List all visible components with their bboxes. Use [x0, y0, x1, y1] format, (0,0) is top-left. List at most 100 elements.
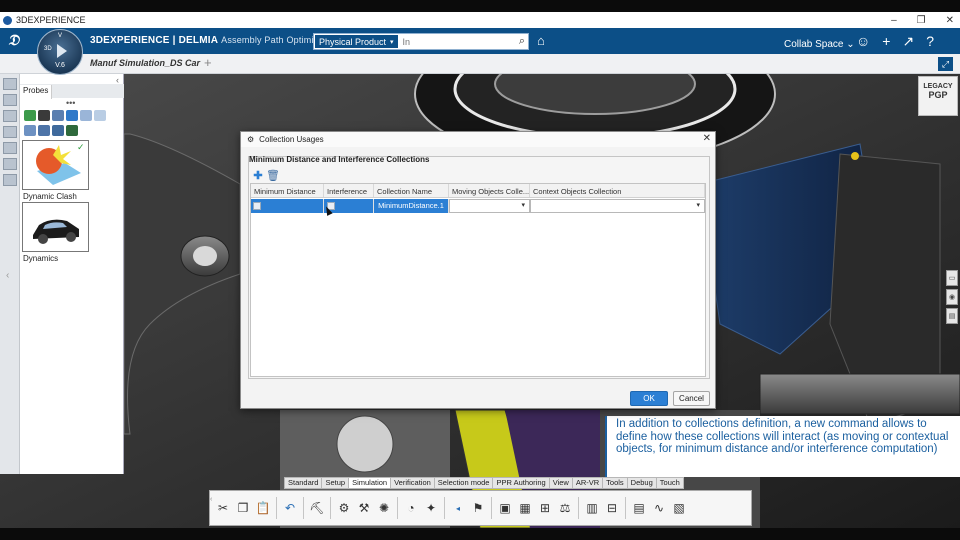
layers-icon[interactable]: ▤: [946, 308, 958, 324]
probe-icon[interactable]: ◔: [402, 499, 420, 517]
paste-icon[interactable]: 📋: [254, 499, 272, 517]
tab-ppr-authoring[interactable]: PPR Authoring: [492, 477, 550, 489]
search-bar[interactable]: Physical Product ▾ ⌕: [313, 33, 529, 50]
letterbox-top: [0, 0, 960, 12]
minimize-icon[interactable]: –: [891, 15, 897, 26]
scenario-icon[interactable]: ⚙: [335, 499, 353, 517]
new-tab-icon[interactable]: +: [204, 55, 212, 70]
tab-tools[interactable]: Tools: [602, 477, 628, 489]
tab-simulation[interactable]: Simulation: [348, 477, 392, 489]
add-row-icon[interactable]: ✚: [252, 169, 264, 182]
tab-verification[interactable]: Verification: [390, 477, 435, 489]
dialog-close-icon[interactable]: ✕: [703, 133, 711, 144]
chevron-left-small-icon[interactable]: ◂: [449, 499, 467, 517]
table-row[interactable]: MinimumDistance.1 ▾ ▾: [251, 199, 705, 213]
probe-tool-icon[interactable]: [24, 125, 36, 136]
measure-icon[interactable]: ⊟: [603, 499, 621, 517]
probe-tool-icon[interactable]: [80, 110, 92, 121]
simulation-tool-icon[interactable]: ⛏: [308, 499, 326, 517]
user-icon[interactable]: ☺: [856, 33, 870, 50]
context-objects-dropdown[interactable]: ▾: [530, 199, 705, 213]
probe-tool-icon[interactable]: [94, 110, 106, 121]
flag-icon[interactable]: ⚑: [469, 499, 487, 517]
minimum-distance-checkbox[interactable]: [253, 202, 261, 210]
toolbar-separator: [491, 497, 492, 519]
col-moving-objects[interactable]: Moving Objects Colle...: [449, 184, 530, 197]
camera-icon[interactable]: ◉: [946, 289, 958, 305]
probe-tool-icon[interactable]: [38, 125, 50, 136]
probe-tool-icon[interactable]: [66, 110, 78, 121]
left-tool-strip: [0, 74, 20, 474]
balance-icon[interactable]: ⚖: [556, 499, 574, 517]
dynamic-clash-card[interactable]: ✓: [22, 140, 89, 190]
close-icon[interactable]: ✕: [946, 15, 954, 26]
strip-tool-icon[interactable]: [3, 78, 17, 90]
robot-icon[interactable]: ⚒: [355, 499, 373, 517]
strip-tool-icon[interactable]: [3, 110, 17, 122]
search-context-dropdown[interactable]: Physical Product ▾: [314, 34, 399, 49]
capture-icon[interactable]: ▤: [630, 499, 648, 517]
moving-objects-dropdown[interactable]: ▾: [449, 199, 530, 213]
probe-tool-icon[interactable]: [24, 110, 36, 121]
probe-tool-icon[interactable]: [38, 110, 50, 121]
process-icon[interactable]: ⊞: [536, 499, 554, 517]
undo-icon[interactable]: ↶: [281, 499, 299, 517]
ds-logo-icon[interactable]: 𝔇: [8, 32, 30, 50]
delete-row-icon[interactable]: 🗑: [266, 169, 280, 182]
report-icon[interactable]: ▧: [670, 499, 688, 517]
col-minimum-distance[interactable]: Minimum Distance: [251, 184, 324, 197]
col-context-objects[interactable]: Context Objects Collection: [530, 184, 705, 197]
tab-manuf-simulation[interactable]: Manuf Simulation_DS Car: [90, 58, 200, 68]
panel-expand-icon[interactable]: ‹: [6, 270, 9, 281]
tab-standard[interactable]: Standard: [284, 477, 323, 489]
strip-tool-icon[interactable]: [3, 174, 17, 186]
tab-probes[interactable]: Probes: [20, 85, 53, 99]
product-icon[interactable]: ▦: [516, 499, 534, 517]
strip-tool-icon[interactable]: [3, 126, 17, 138]
strip-tool-icon[interactable]: [3, 142, 17, 154]
add-icon[interactable]: +: [882, 33, 890, 50]
sensor-icon[interactable]: ✺: [375, 499, 393, 517]
analysis-icon[interactable]: ▥: [583, 499, 601, 517]
help-icon[interactable]: ?: [926, 33, 934, 50]
more-icon[interactable]: •••: [66, 98, 75, 108]
clash-tool-icon[interactable]: ✦: [422, 499, 440, 517]
copy-icon[interactable]: ❐: [234, 499, 252, 517]
share-icon[interactable]: ↗: [902, 33, 914, 50]
graph-icon[interactable]: ∿: [650, 499, 668, 517]
col-collection-name[interactable]: Collection Name: [374, 184, 449, 197]
play-icon[interactable]: [57, 44, 67, 58]
restore-icon[interactable]: ❐: [917, 15, 926, 26]
dialog-gear-icon: ⚙: [247, 135, 255, 144]
tab-selection-mode[interactable]: Selection mode: [433, 477, 494, 489]
strip-tool-icon[interactable]: [3, 158, 17, 170]
tab-ar-vr[interactable]: AR-VR: [571, 477, 604, 489]
cancel-button[interactable]: Cancel: [673, 391, 710, 406]
legacy-pgp-button[interactable]: LEGACY PGP: [918, 76, 958, 116]
tab-debug[interactable]: Debug: [626, 477, 657, 489]
ok-button[interactable]: OK: [630, 391, 668, 406]
resource-icon[interactable]: ▣: [496, 499, 514, 517]
tab-setup[interactable]: Setup: [321, 477, 350, 489]
collab-space-dropdown[interactable]: Collab Space ⌄: [784, 39, 855, 50]
tab-touch[interactable]: Touch: [655, 477, 684, 489]
chevron-left-icon[interactable]: ‹: [210, 496, 216, 503]
window-titlebar: 3DEXPERIENCE – ❐ ✕: [0, 12, 960, 28]
probe-tool-icon[interactable]: [52, 125, 64, 136]
fullscreen-icon[interactable]: ⤢: [938, 57, 953, 71]
tab-view[interactable]: View: [548, 477, 573, 489]
dynamics-card[interactable]: [22, 202, 89, 252]
search-icon[interactable]: ⌕: [519, 35, 525, 48]
compass-widget[interactable]: V 3D V.6: [37, 29, 83, 75]
brand-name: 3DEXPERIENCE | DELMIA: [90, 35, 219, 46]
strip-tool-icon[interactable]: [3, 94, 17, 106]
window-controls: – ❐ ✕: [891, 12, 954, 28]
tag-icon[interactable]: ⌂: [537, 33, 545, 48]
probe-tool-icon[interactable]: [52, 110, 64, 121]
col-interference[interactable]: Interference: [324, 184, 374, 197]
cell-collection-name[interactable]: MinimumDistance.1: [374, 199, 449, 213]
view-icon[interactable]: ▭: [946, 270, 958, 286]
search-input[interactable]: [402, 34, 503, 49]
probe-tool-icon[interactable]: [66, 125, 78, 136]
cut-icon[interactable]: ✂: [214, 499, 232, 517]
